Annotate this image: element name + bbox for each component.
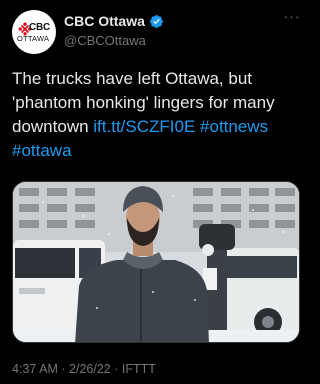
tweet-date[interactable]: 2/26/22 [69, 362, 111, 376]
tweet-link[interactable]: ift.tt/SCZFI0E [93, 117, 195, 136]
tweet-source[interactable]: IFTTT [122, 362, 156, 376]
handle[interactable]: @CBCOttawa [64, 33, 146, 48]
avatar[interactable]: CBC OTTAWA [12, 10, 56, 54]
avatar-text-ottawa: OTTAWA [17, 34, 50, 43]
hashtag-ottawa[interactable]: #ottawa [12, 141, 72, 160]
meta-separator: · [61, 362, 66, 376]
display-name[interactable]: CBC Ottawa [64, 13, 145, 29]
more-options-icon[interactable]: ··· [282, 9, 302, 26]
tweet-time[interactable]: 4:37 AM [12, 362, 58, 376]
tweet-meta: 4:37 AM · 2/26/22 · IFTTT [12, 362, 156, 376]
tweet-header: CBC OTTAWA CBC Ottawa @CBCOttawa ··· [12, 9, 302, 56]
tweet-photo[interactable] [12, 181, 300, 343]
meta-separator: · [114, 362, 119, 376]
name-row: CBC Ottawa [64, 13, 164, 29]
hashtag-ottnews[interactable]: #ottnews [200, 117, 268, 136]
avatar-text-cbc: CBC [29, 22, 51, 33]
tweet-text: The trucks have left Ottawa, but 'phanto… [12, 67, 304, 163]
verified-badge-icon [150, 14, 163, 28]
photo-illustration [13, 182, 299, 342]
